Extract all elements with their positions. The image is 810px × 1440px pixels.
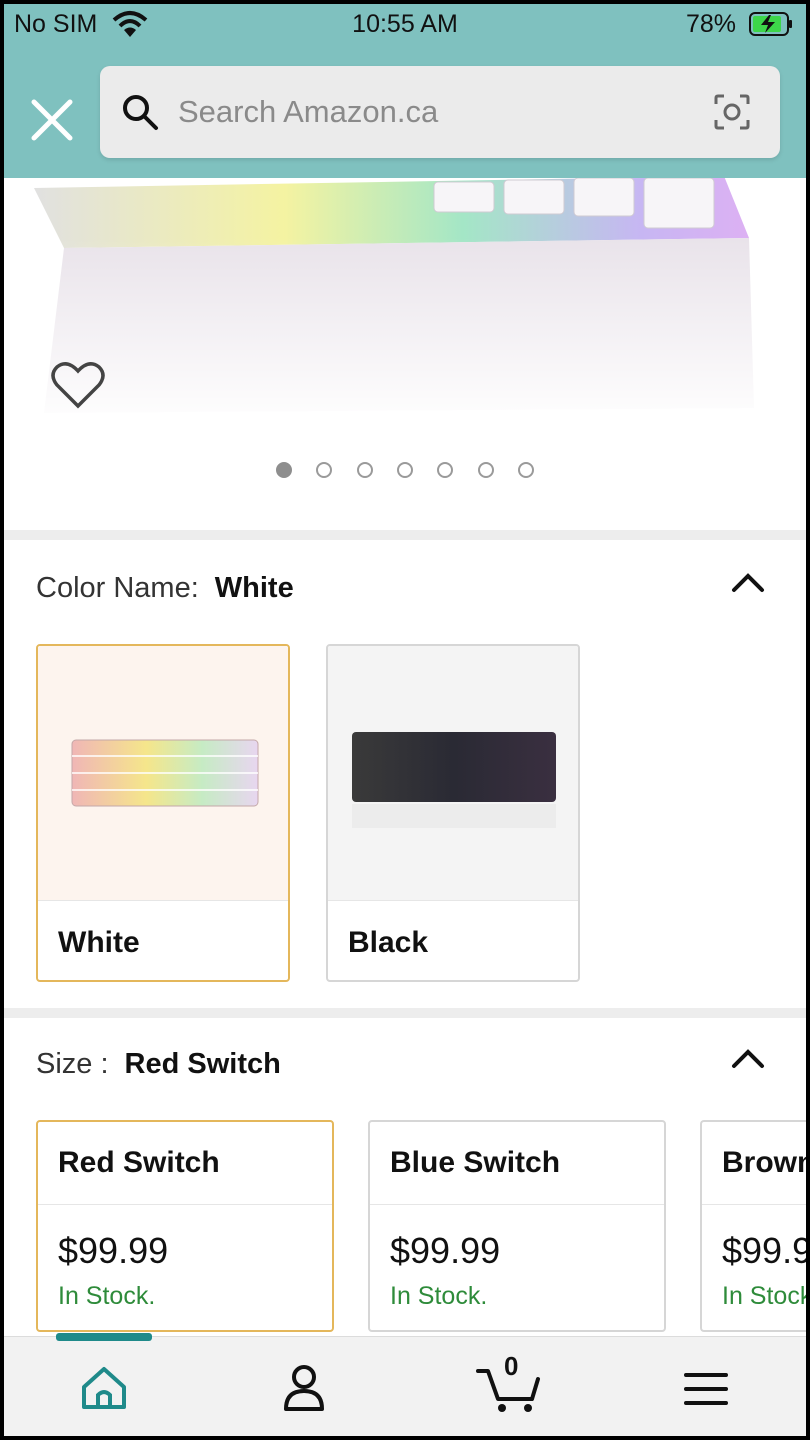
size-option-price: $99.99 bbox=[722, 1230, 806, 1271]
color-option-image bbox=[38, 646, 288, 900]
account-icon[interactable] bbox=[274, 1363, 334, 1413]
close-icon[interactable] bbox=[28, 96, 76, 144]
search-bar[interactable]: Search Amazon.ca bbox=[100, 66, 780, 158]
battery-charging-icon bbox=[749, 12, 792, 36]
color-selected-value: White bbox=[214, 572, 294, 604]
size-option-name: Blue Switch bbox=[390, 1146, 561, 1179]
collapse-chevron-up-icon[interactable] bbox=[730, 572, 766, 594]
option-separator bbox=[370, 1204, 664, 1205]
carousel-indicator[interactable] bbox=[4, 462, 806, 483]
color-section-label: Color Name: bbox=[36, 572, 199, 604]
wishlist-heart-icon[interactable] bbox=[50, 360, 106, 410]
size-selected-value: Red Switch bbox=[124, 1048, 281, 1080]
home-icon[interactable] bbox=[74, 1363, 134, 1413]
battery-percent: 78% bbox=[686, 10, 737, 38]
carousel-dot[interactable] bbox=[518, 462, 535, 478]
color-option-white[interactable]: White bbox=[36, 644, 290, 982]
carousel-dot[interactable] bbox=[477, 462, 494, 478]
size-option-price: $99.99 bbox=[58, 1230, 169, 1271]
option-separator bbox=[702, 1204, 806, 1205]
section-divider bbox=[4, 1008, 806, 1018]
carousel-dot[interactable] bbox=[437, 462, 454, 478]
stock-status: In Stock. bbox=[722, 1282, 806, 1310]
size-option-red-switch[interactable]: Red Switch $99.99 In Stock. bbox=[36, 1120, 334, 1332]
color-option-label: Black bbox=[348, 926, 429, 959]
cart-count-badge: 0 bbox=[504, 1351, 519, 1381]
size-option-name: Brown Switch bbox=[722, 1146, 806, 1179]
color-section-title: Color Name: White bbox=[36, 572, 294, 605]
bottom-tab-bar: 0 bbox=[4, 1333, 806, 1436]
color-option-image bbox=[328, 646, 578, 900]
carousel-dot[interactable] bbox=[356, 462, 373, 478]
collapse-chevron-up-icon[interactable] bbox=[730, 1048, 766, 1070]
swatch-separator bbox=[38, 900, 288, 901]
size-section-title: Size : Red Switch bbox=[36, 1048, 281, 1081]
search-icon bbox=[123, 95, 158, 130]
size-option-blue-switch[interactable]: Blue Switch $99.99 In Stock. bbox=[368, 1120, 666, 1332]
size-option-name: Red Switch bbox=[58, 1146, 220, 1179]
color-option-label: White bbox=[58, 926, 140, 959]
color-option-black[interactable]: Black bbox=[326, 644, 580, 982]
active-tab-indicator bbox=[56, 1333, 152, 1341]
product-image[interactable] bbox=[4, 178, 806, 428]
stock-status: In Stock. bbox=[390, 1282, 488, 1310]
phone-screen: No SIM 10:55 AM 78% Search Amazon.ca Col… bbox=[4, 4, 806, 1436]
swatch-separator bbox=[328, 900, 578, 901]
size-option-brown-switch[interactable]: Brown Switch $99.99 In Stock. bbox=[700, 1120, 806, 1332]
menu-icon[interactable] bbox=[676, 1363, 736, 1413]
status-bar: No SIM 10:55 AM 78% bbox=[4, 4, 806, 48]
section-divider bbox=[4, 530, 806, 540]
stock-status: In Stock. bbox=[58, 1282, 156, 1310]
carousel-dot[interactable] bbox=[275, 462, 292, 478]
search-input[interactable]: Search Amazon.ca bbox=[178, 94, 438, 130]
carousel-dot[interactable] bbox=[397, 462, 413, 478]
app-header: No SIM 10:55 AM 78% Search Amazon.ca bbox=[4, 4, 806, 178]
option-separator bbox=[38, 1204, 332, 1205]
camera-scan-icon[interactable] bbox=[712, 92, 752, 132]
keyboard-image bbox=[4, 178, 806, 428]
size-section-label: Size : bbox=[36, 1048, 109, 1080]
size-option-price: $99.99 bbox=[390, 1230, 501, 1271]
carousel-dot[interactable] bbox=[316, 462, 333, 478]
